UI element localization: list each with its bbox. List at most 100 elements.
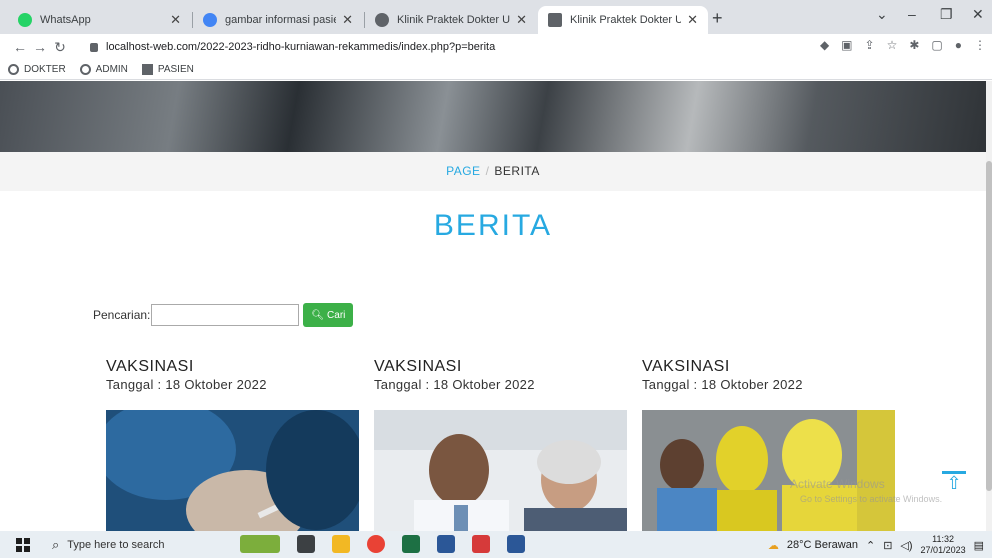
search-button[interactable]: 🔍︎ Cari	[303, 303, 354, 327]
chevron-up-icon[interactable]: ⌃	[866, 539, 875, 552]
extensions-puzzle-icon[interactable]: ✱	[909, 38, 919, 52]
search-icon: 🔍︎	[311, 309, 325, 321]
news-card[interactable]: VAKSINASI Tanggal : 18 Oktober 2022	[106, 358, 359, 531]
browser-toolbar: ← → ↻ localhost-web.com/2022-2023-ridho-…	[0, 34, 992, 60]
tab-title: Klinik Praktek Dokter Umum Dr.R	[570, 14, 682, 26]
system-tray: ☁ 28°C Berawan ⌃ ⊡ ◁) 11:32 27/01/2023 ▤	[768, 534, 984, 556]
breadcrumb-link-page[interactable]: PAGE	[446, 164, 480, 178]
chrome-icon[interactable]	[367, 535, 385, 553]
breadcrumb: PAGE / BERITA	[0, 152, 986, 191]
globe-icon	[79, 64, 91, 75]
tab-search-icon[interactable]: ⌄	[876, 6, 888, 23]
taskbar-search[interactable]: ⌕ Type here to search	[40, 533, 230, 556]
news-card[interactable]: VAKSINASI Tanggal : 18 Oktober 2022	[642, 358, 895, 531]
search-input[interactable]	[151, 304, 300, 326]
activate-windows-watermark: Activate Windows	[790, 477, 885, 491]
tab-whatsapp[interactable]: WhatsApp ✕	[8, 6, 191, 34]
translate-icon[interactable]: ▣	[841, 38, 852, 52]
minimize-button[interactable]: –	[908, 6, 916, 22]
search-icon: ⌕	[52, 536, 60, 552]
bookmark-pasien[interactable]: PASIEN	[141, 64, 194, 75]
menu-icon[interactable]: ⋮	[974, 38, 986, 52]
task-view-icon[interactable]	[297, 535, 315, 553]
windows-taskbar: ⌕ Type here to search ☁ 28°C Berawan ⌃ ⊡…	[0, 531, 992, 558]
tab-klinik-active[interactable]: Klinik Praktek Dokter Umum Dr.R ✕	[538, 6, 708, 34]
tab-title: Klinik Praktek Dokter Umum Dr.R	[397, 14, 511, 26]
tab-title: WhatsApp	[40, 14, 91, 26]
file-explorer-icon[interactable]	[332, 535, 350, 553]
news-date: Tanggal : 18 Oktober 2022	[642, 377, 803, 392]
forward-icon[interactable]: →	[30, 39, 50, 55]
news-widget-icon[interactable]	[240, 535, 280, 553]
clock[interactable]: 11:32 27/01/2023	[921, 534, 966, 556]
extension-icon[interactable]: ◆	[820, 38, 829, 52]
google-icon	[203, 13, 217, 27]
whatsapp-icon	[18, 13, 32, 27]
clock-date: 27/01/2023	[920, 545, 966, 555]
bookmark-label: DOKTER	[24, 64, 66, 75]
taskbar-search-placeholder: Type here to search	[67, 538, 165, 551]
image-icon	[141, 64, 153, 75]
restore-button[interactable]: ❐	[940, 6, 953, 23]
close-icon[interactable]: ✕	[170, 12, 181, 28]
close-window-button[interactable]: ✕	[972, 6, 984, 23]
network-icon[interactable]: ⊡	[883, 539, 892, 552]
bookmarks-bar: DOKTER ADMIN PASIEN	[0, 60, 992, 80]
new-tab-button[interactable]: +	[712, 8, 723, 29]
wps-icon[interactable]	[472, 535, 490, 553]
tab-google[interactable]: gambar informasi pasien - Goog ✕	[193, 6, 363, 34]
news-title[interactable]: VAKSINASI	[642, 358, 895, 376]
star-icon[interactable]: ☆	[887, 38, 898, 52]
volume-icon[interactable]: ◁)	[900, 539, 912, 552]
word-icon[interactable]	[507, 535, 525, 553]
tab-title: gambar informasi pasien - Goog	[225, 14, 336, 26]
news-image[interactable]	[374, 410, 627, 531]
bookmark-label: PASIEN	[157, 64, 194, 75]
windows-start-icon[interactable]	[16, 537, 30, 552]
activate-windows-subtext: Go to Settings to activate Windows.	[800, 494, 943, 504]
close-icon[interactable]: ✕	[342, 12, 353, 28]
page-icon	[548, 13, 562, 27]
news-date: Tanggal : 18 Oktober 2022	[106, 377, 267, 392]
globe-icon	[8, 64, 19, 75]
word-icon[interactable]	[437, 535, 455, 553]
scroll-to-top-icon[interactable]: ⇧	[942, 471, 966, 493]
header-banner-image	[0, 81, 986, 152]
side-panel-icon[interactable]: ▢	[931, 38, 942, 52]
breadcrumb-current: BERITA	[494, 164, 540, 178]
news-image[interactable]	[106, 410, 359, 531]
search-label: Pencarian:	[93, 308, 151, 322]
globe-icon	[375, 13, 389, 27]
bookmark-dokter[interactable]: DOKTER	[8, 64, 66, 75]
close-icon[interactable]: ✕	[516, 12, 527, 28]
search-button-label: Cari	[327, 309, 346, 321]
reload-icon[interactable]: ↻	[50, 39, 70, 56]
clock-time: 11:32	[932, 534, 954, 544]
news-title[interactable]: VAKSINASI	[106, 358, 359, 376]
weather-icon: ☁	[767, 539, 779, 552]
page-scrollbar[interactable]	[986, 81, 992, 531]
scrollbar-thumb[interactable]	[986, 161, 992, 491]
breadcrumb-separator: /	[485, 164, 490, 178]
news-card[interactable]: VAKSINASI Tanggal : 18 Oktober 2022	[374, 358, 627, 531]
page-viewport: PAGE / BERITA BERITA Pencarian: 🔍︎ Cari VA…	[0, 81, 986, 531]
news-date: Tanggal : 18 Oktober 2022	[374, 377, 535, 392]
address-bar[interactable]: localhost-web.com/2022-2023-ridho-kurnia…	[90, 37, 495, 57]
bookmark-admin[interactable]: ADMIN	[79, 64, 128, 75]
bookmark-label: ADMIN	[95, 64, 128, 75]
search-form: Pencarian: 🔍︎ Cari	[93, 303, 354, 327]
tab-strip: WhatsApp ✕ gambar informasi pasien - Goo…	[0, 0, 992, 34]
lock-icon	[90, 42, 98, 52]
weather-text[interactable]: 28°C Berawan	[787, 539, 858, 551]
news-title[interactable]: VAKSINASI	[374, 358, 627, 376]
url-text: localhost-web.com/2022-2023-ridho-kurnia…	[106, 41, 496, 53]
tab-klinik-1[interactable]: Klinik Praktek Dokter Umum Dr.R ✕	[365, 6, 537, 34]
profile-avatar-icon[interactable]: ●	[955, 38, 962, 52]
share-icon[interactable]: ⇪	[865, 38, 875, 52]
news-image[interactable]	[642, 410, 895, 531]
back-icon[interactable]: ←	[10, 39, 30, 55]
notification-icon[interactable]: ▤	[974, 539, 984, 552]
excel-icon[interactable]	[402, 535, 420, 553]
close-icon[interactable]: ✕	[687, 12, 698, 28]
page-title: BERITA	[433, 209, 553, 242]
